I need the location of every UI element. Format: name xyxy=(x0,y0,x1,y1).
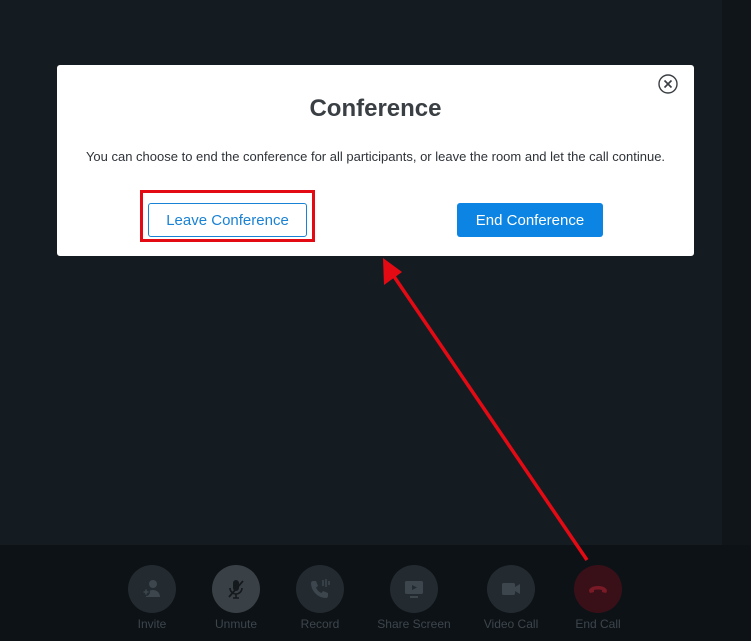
record-label: Record xyxy=(300,617,340,631)
record-button[interactable] xyxy=(296,565,344,613)
record-phone-icon xyxy=(311,579,330,598)
add-user-icon xyxy=(142,580,160,597)
video-camera-icon xyxy=(502,583,520,595)
unmute-button[interactable] xyxy=(212,565,260,613)
video-stage-edge xyxy=(722,0,751,545)
unmute-control[interactable]: Unmute xyxy=(191,565,281,631)
video-call-label: Video Call xyxy=(483,617,539,631)
invite-control[interactable]: Invite xyxy=(107,565,197,631)
share-screen-label: Share Screen xyxy=(377,617,451,631)
video-call-control[interactable]: Video Call xyxy=(466,565,556,631)
annotation-highlight-box xyxy=(140,190,315,242)
invite-label: Invite xyxy=(137,617,167,631)
end-conference-button[interactable]: End Conference xyxy=(457,203,603,237)
microphone-muted-icon xyxy=(228,580,244,599)
close-icon[interactable] xyxy=(657,73,679,95)
invite-button[interactable] xyxy=(128,565,176,613)
end-call-button[interactable] xyxy=(574,565,622,613)
dialog-message: You can choose to end the conference for… xyxy=(85,149,666,164)
close-button[interactable] xyxy=(657,73,679,95)
record-control[interactable]: Record xyxy=(275,565,365,631)
dialog-title: Conference xyxy=(309,95,442,122)
unmute-label: Unmute xyxy=(214,617,258,631)
share-screen-control[interactable]: Share Screen xyxy=(369,565,459,631)
end-call-label: End Call xyxy=(575,617,621,631)
end-call-control[interactable]: End Call xyxy=(553,565,643,631)
call-toolbar: Invite Unmute Record Share Screen Video … xyxy=(0,545,751,641)
hang-up-icon xyxy=(589,586,607,593)
video-call-button[interactable] xyxy=(487,565,535,613)
share-screen-icon xyxy=(405,581,423,598)
share-screen-button[interactable] xyxy=(390,565,438,613)
